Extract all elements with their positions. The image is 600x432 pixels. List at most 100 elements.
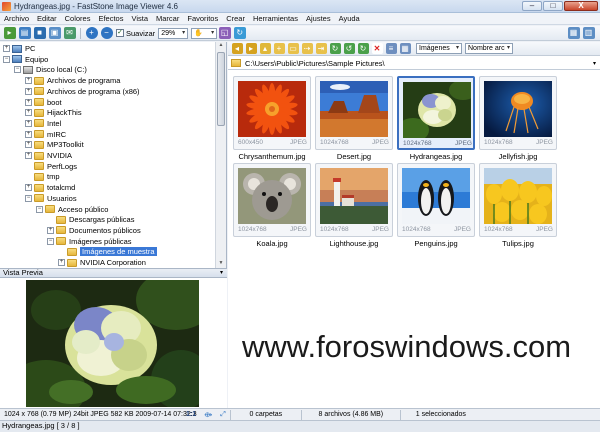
- collapse-icon[interactable]: −: [47, 237, 54, 245]
- tree-item[interactable]: + MP3Toolkit: [25, 139, 84, 150]
- rotate-left-icon[interactable]: ↺: [343, 43, 355, 54]
- tree-item[interactable]: + NVIDIA: [25, 150, 72, 161]
- collapse-icon[interactable]: −: [25, 194, 32, 202]
- menu-item-5[interactable]: Marcar: [152, 14, 183, 23]
- tree-item[interactable]: + HijackThis: [25, 107, 82, 118]
- tree-item[interactable]: tmp: [25, 171, 60, 182]
- chevron-down-icon[interactable]: ▾: [593, 60, 596, 67]
- thumbnail-item[interactable]: 1024x768 JPEG Penguins.jpg: [397, 163, 475, 249]
- zoom-select[interactable]: 29% ▾: [158, 27, 189, 39]
- thumbnail-frame[interactable]: 1024x768 JPEG: [479, 76, 557, 150]
- tree-item[interactable]: + totalcmd: [25, 182, 75, 193]
- actual-size-icon[interactable]: ⤢: [216, 411, 230, 419]
- collapse-icon[interactable]: −: [14, 66, 21, 74]
- smooth-checkbox-box[interactable]: ✓: [116, 29, 124, 37]
- copy-to-icon[interactable]: ⇢: [301, 43, 313, 54]
- minimize-button[interactable]: –: [522, 1, 542, 11]
- thumbnail-item[interactable]: 1024x768 JPEG Tulips.jpg: [479, 163, 557, 249]
- fit-icon[interactable]: ⟴: [200, 411, 216, 419]
- menu-item-4[interactable]: Vista: [127, 14, 152, 23]
- zoom-out-icon[interactable]: −: [100, 27, 113, 39]
- expand-icon[interactable]: +: [58, 259, 65, 266]
- menu-item-1[interactable]: Editar: [33, 14, 61, 23]
- expand-icon[interactable]: +: [47, 226, 54, 234]
- up-folder-icon[interactable]: ▴: [259, 43, 271, 54]
- tree-item[interactable]: + Archivos de programa (x86): [25, 86, 140, 97]
- collapse-icon[interactable]: ▾: [220, 269, 223, 277]
- expand-icon[interactable]: +: [25, 119, 32, 127]
- maximize-button[interactable]: □: [543, 1, 563, 11]
- refresh-icon[interactable]: ↻: [329, 43, 341, 54]
- menu-item-6[interactable]: Favoritos: [183, 14, 222, 23]
- menu-item-3[interactable]: Efectos: [94, 14, 127, 23]
- save-as-icon[interactable]: ▣: [48, 27, 61, 39]
- grid-view-icon[interactable]: ▦: [399, 43, 411, 54]
- tree-scrollbar[interactable]: ▲ ▼: [215, 42, 226, 268]
- menu-item-10[interactable]: Ayuda: [335, 14, 364, 23]
- rotate-right-icon[interactable]: ↻: [357, 43, 369, 54]
- thumbnail-view-icon[interactable]: ▥: [582, 27, 595, 39]
- folder-icon[interactable]: ▭: [287, 43, 299, 54]
- tree-item[interactable]: + Documentos públicos: [47, 225, 141, 236]
- save-icon[interactable]: ■: [33, 27, 46, 39]
- thumbnail-item[interactable]: 600x450 JPEG Chrysanthemum.jpg: [233, 76, 311, 162]
- tree-item[interactable]: − Equipo: [3, 54, 48, 65]
- expand-icon[interactable]: +: [25, 77, 32, 85]
- menu-item-2[interactable]: Colores: [61, 14, 95, 23]
- thumbnail-frame[interactable]: 1024x768 JPEG: [397, 163, 475, 237]
- thumbnail-item[interactable]: 1024x768 JPEG Lighthouse.jpg: [315, 163, 393, 249]
- tree-item[interactable]: + NVIDIA Corporation: [58, 257, 146, 268]
- menu-item-9[interactable]: Ajustes: [302, 14, 335, 23]
- menu-item-7[interactable]: Crear: [222, 14, 249, 23]
- address-bar[interactable]: C:\Users\Public\Pictures\Sample Pictures…: [228, 57, 600, 70]
- tree-item[interactable]: − Disco local (C:): [14, 64, 87, 75]
- expand-icon[interactable]: +: [25, 152, 32, 159]
- thumbnail-frame[interactable]: 1024x768 JPEG: [397, 76, 475, 150]
- open-folder-icon[interactable]: ▸: [3, 27, 16, 39]
- scroll-down-icon[interactable]: ▼: [217, 260, 225, 268]
- hand-tool-select[interactable]: ✋ ▾: [191, 27, 218, 39]
- tree-item[interactable]: PerfLogs: [25, 161, 77, 172]
- forward-icon[interactable]: ▸: [245, 43, 257, 54]
- smooth-checkbox[interactable]: ✓ Suavizar: [116, 29, 155, 38]
- menu-item-8[interactable]: Herramientas: [249, 14, 302, 23]
- tree-item[interactable]: Descargas públicas: [47, 214, 134, 225]
- tree-item[interactable]: − Imágenes públicas: [47, 236, 132, 247]
- scrollbar-thumb[interactable]: [217, 52, 225, 126]
- tree-item[interactable]: + PC: [3, 43, 35, 54]
- tree-item[interactable]: − Acceso público: [36, 204, 108, 215]
- scroll-up-icon[interactable]: ▲: [217, 42, 225, 50]
- tree-item[interactable]: + mIRC: [25, 129, 66, 140]
- zoom-in-icon[interactable]: +: [85, 27, 98, 39]
- thumbnail-frame[interactable]: 1024x768 JPEG: [479, 163, 557, 237]
- back-icon[interactable]: ◂: [231, 43, 243, 54]
- expand-icon[interactable]: +: [25, 87, 32, 95]
- move-to-icon[interactable]: ⇥: [315, 43, 327, 54]
- email-icon[interactable]: ✉: [63, 27, 76, 39]
- fullscreen-icon[interactable]: ◱: [218, 27, 231, 39]
- close-button[interactable]: X: [564, 1, 598, 11]
- expand-icon[interactable]: +: [25, 141, 32, 149]
- view-select[interactable]: Imágenes ▾: [416, 43, 462, 54]
- tree-item[interactable]: − Usuarios: [25, 193, 77, 204]
- expand-icon[interactable]: +: [25, 98, 32, 106]
- delete-icon[interactable]: ✕: [371, 43, 383, 54]
- thumbnail-frame[interactable]: 1024x768 JPEG: [315, 163, 393, 237]
- expand-icon[interactable]: +: [25, 130, 32, 138]
- address-path[interactable]: C:\Users\Public\Pictures\Sample Pictures…: [245, 59, 593, 68]
- browse-icon[interactable]: ▤: [18, 27, 31, 39]
- list-view-icon[interactable]: ≡: [385, 43, 397, 54]
- menu-item-0[interactable]: Archivo: [0, 14, 33, 23]
- thumbnail-frame[interactable]: 1024x768 JPEG: [315, 76, 393, 150]
- tree-item[interactable]: + Intel: [25, 118, 61, 129]
- thumbnail-item[interactable]: 1024x768 JPEG Hydrangeas.jpg: [397, 76, 475, 162]
- collapse-icon[interactable]: −: [3, 55, 10, 63]
- expand-icon[interactable]: +: [3, 45, 10, 52]
- thumbnail-item[interactable]: 1024x768 JPEG Desert.jpg: [315, 76, 393, 162]
- thumbnail-item[interactable]: 1024x768 JPEG Koala.jpg: [233, 163, 311, 249]
- new-folder-icon[interactable]: +: [273, 43, 285, 54]
- tree-item[interactable]: + Archivos de programa: [25, 75, 120, 86]
- rotate-icon[interactable]: ↻: [233, 27, 246, 39]
- layout-icon[interactable]: ▦: [567, 27, 580, 39]
- ratio-label[interactable]: 1:1: [182, 411, 200, 418]
